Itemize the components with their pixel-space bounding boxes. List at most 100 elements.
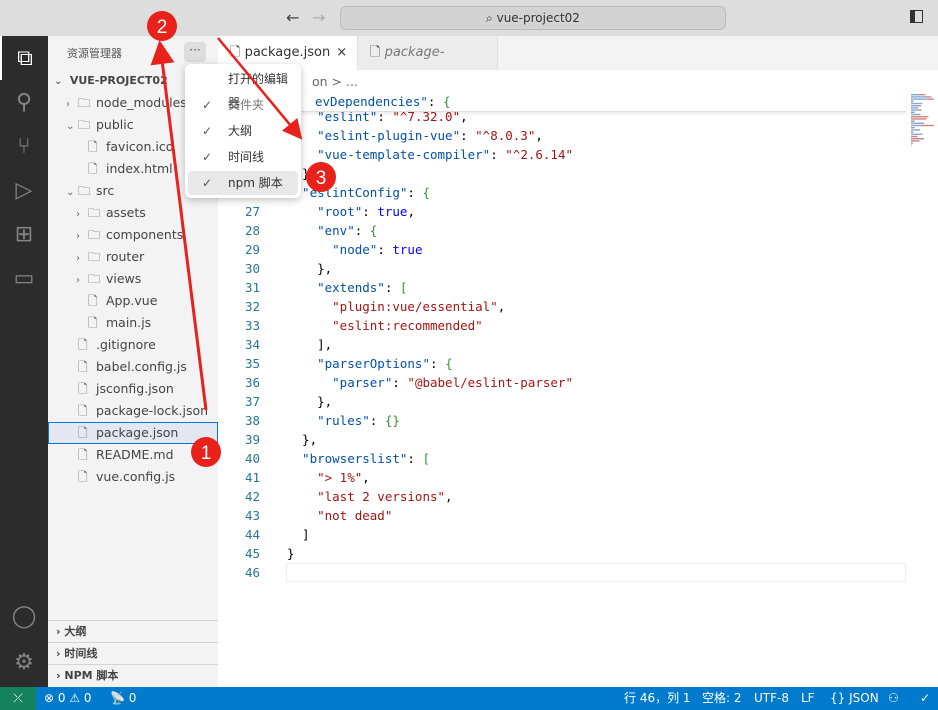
language-mode[interactable]: {} JSON [830,687,879,710]
tree-item-assets[interactable]: › 🗀 assets [48,202,218,224]
menu-item-4[interactable]: ✓ npm 脚本 [188,171,298,195]
forward-button[interactable]: → [312,8,325,27]
run-debug-icon[interactable]: ▷ [0,168,48,212]
tree-item-package-json[interactable]: 🗋 package.json [48,422,218,444]
code-line[interactable]: "vue-template-compiler": "^2.6.14" [287,145,573,164]
back-button[interactable]: ← [286,8,299,27]
tab-package-lock-json[interactable]: 🗋 package-lock.json [358,36,498,94]
tree-item--gitignore[interactable]: 🗋 .gitignore [48,334,218,356]
menu-item-3[interactable]: ✓ 时间线 [188,145,298,169]
notifications-check[interactable]: ✓ [920,687,930,710]
menu-item-1[interactable]: ✓ 文件夹 [188,93,298,117]
menu-item-2[interactable]: ✓ 大纲 [188,119,298,143]
code-line[interactable]: ] [287,525,310,544]
code-line[interactable]: }, [287,430,317,449]
breadcrumb[interactable]: on > ... [312,74,358,89]
eol[interactable]: LF [801,687,815,710]
extensions-icon[interactable]: ⊞ [0,212,48,256]
account-icon[interactable]: ◯ [0,594,48,638]
code-line[interactable]: "browserslist": [ [287,449,430,468]
code-token: , [407,204,415,219]
code-line[interactable]: }, [287,392,332,411]
tree-item-router[interactable]: › 🗀 router [48,246,218,268]
minimap[interactable] [911,92,938,182]
tree-item-babel-config-js[interactable]: 🗋 babel.config.js [48,356,218,378]
folder-icon: 🗀 [88,206,101,220]
remote-indicator-icon[interactable]: ⤫ [0,687,36,710]
code-token: { [422,185,431,200]
code-line[interactable]: "parser": "@babel/eslint-parser" [287,373,573,392]
cursor-position[interactable]: 行 46，列 1 [624,687,691,710]
toggle-sidebar-icon[interactable] [910,10,923,23]
code-line[interactable]: "root": true, [287,202,415,221]
tree-item-label: src [96,183,115,198]
minimap-mark [911,138,924,140]
remote-explorer-icon[interactable]: ▭ [0,256,48,300]
code-line[interactable]: "node": true [287,240,422,259]
code-line[interactable]: "rules": {} [287,411,400,430]
settings-gear-icon[interactable]: ⚙ [0,640,48,684]
code-line[interactable]: "not dead" [287,506,392,525]
code-line[interactable]: "plugin:vue/essential", [287,297,505,316]
problems-indicator[interactable]: ⊗ 0 ⚠ 0 [44,687,92,710]
code-line[interactable]: } [287,544,295,563]
code-line[interactable]: "> 1%", [287,468,370,487]
check-icon: ✓ [202,98,213,112]
minimap-mark [911,113,919,116]
line-number: 42 [244,489,260,504]
tree-item-label: components [106,227,184,242]
search-icon[interactable]: ⚲ [0,80,48,124]
code-line[interactable]: "parserOptions": { [287,354,453,373]
code-line[interactable]: "eslintConfig": { [287,183,430,202]
indentation[interactable]: 空格: 2 [702,687,742,710]
chevron-right-icon: › [76,253,80,264]
tree-item-label: public [96,117,134,132]
code-token: }, [287,261,333,276]
files-icon[interactable]: ⧉ [0,36,48,80]
encoding[interactable]: UTF-8 [754,687,789,710]
more-actions-button[interactable]: ··· [184,42,206,62]
tree-item-label: vue.config.js [96,469,176,484]
tree-item-app-vue[interactable]: 🗋 App.vue [48,290,218,312]
tree-item-views[interactable]: › 🗀 views [48,268,218,290]
tree-item-readme-md[interactable]: 🗋 README.md [48,444,218,466]
file-icon: 🗋 [78,470,88,484]
tree-item-package-lock-json[interactable]: 🗋 package-lock.json [48,400,218,422]
code-line[interactable]: "eslint-plugin-vue": "^8.0.3", [287,126,543,145]
panel-header-2[interactable]: › NPM 脚本 [48,664,218,686]
code-line[interactable]: }, [287,259,332,278]
tree-item-main-js[interactable]: 🗋 main.js [48,312,218,334]
minimap-mark [911,118,927,120]
line-number: 30 [244,261,260,276]
menu-item-0[interactable]: 打开的编辑器 [188,67,298,110]
code-line[interactable]: "extends": [ [287,278,407,297]
current-line-highlight [286,563,906,582]
tree-item-components[interactable]: › 🗀 components [48,224,218,246]
sticky-scroll-line: evDependencies": { [218,92,906,112]
panel-header-0[interactable]: › 大纲 [48,620,218,642]
tree-item-jsconfig-json[interactable]: 🗋 jsconfig.json [48,378,218,400]
code-line[interactable]: ], [287,335,332,354]
source-control-icon[interactable]: ⑂ [0,124,48,168]
chevron-down-icon: ⌄ [66,121,75,132]
minimap-mark [911,140,920,142]
tree-item-label: views [106,271,142,286]
tab-label: package.json [244,45,331,60]
folder-icon: 🗀 [78,118,91,132]
line-number: 44 [244,527,260,542]
ports-indicator[interactable]: 📡 0 [110,687,136,710]
code-token: : [384,280,400,295]
minimap-mark [923,138,925,140]
code-line[interactable]: "env": { [287,221,377,240]
code-line[interactable]: "last 2 versions", [287,487,452,506]
copilot-icon[interactable]: ⚇ [888,687,899,710]
panel-header-1[interactable]: › 时间线 [48,642,218,664]
tree-item-vue-config-js[interactable]: 🗋 vue.config.js [48,466,218,488]
code-line[interactable]: "eslint:recommended" [287,316,483,335]
tree-item-label: index.html [106,161,173,176]
folder-icon: 🗀 [78,184,91,198]
code-token: "> 1%" [287,470,363,485]
explorer-title: 资源管理器 [67,47,122,60]
close-icon[interactable]: × [336,45,347,60]
command-center-search[interactable]: ⌕ vue-project02 [340,6,726,30]
